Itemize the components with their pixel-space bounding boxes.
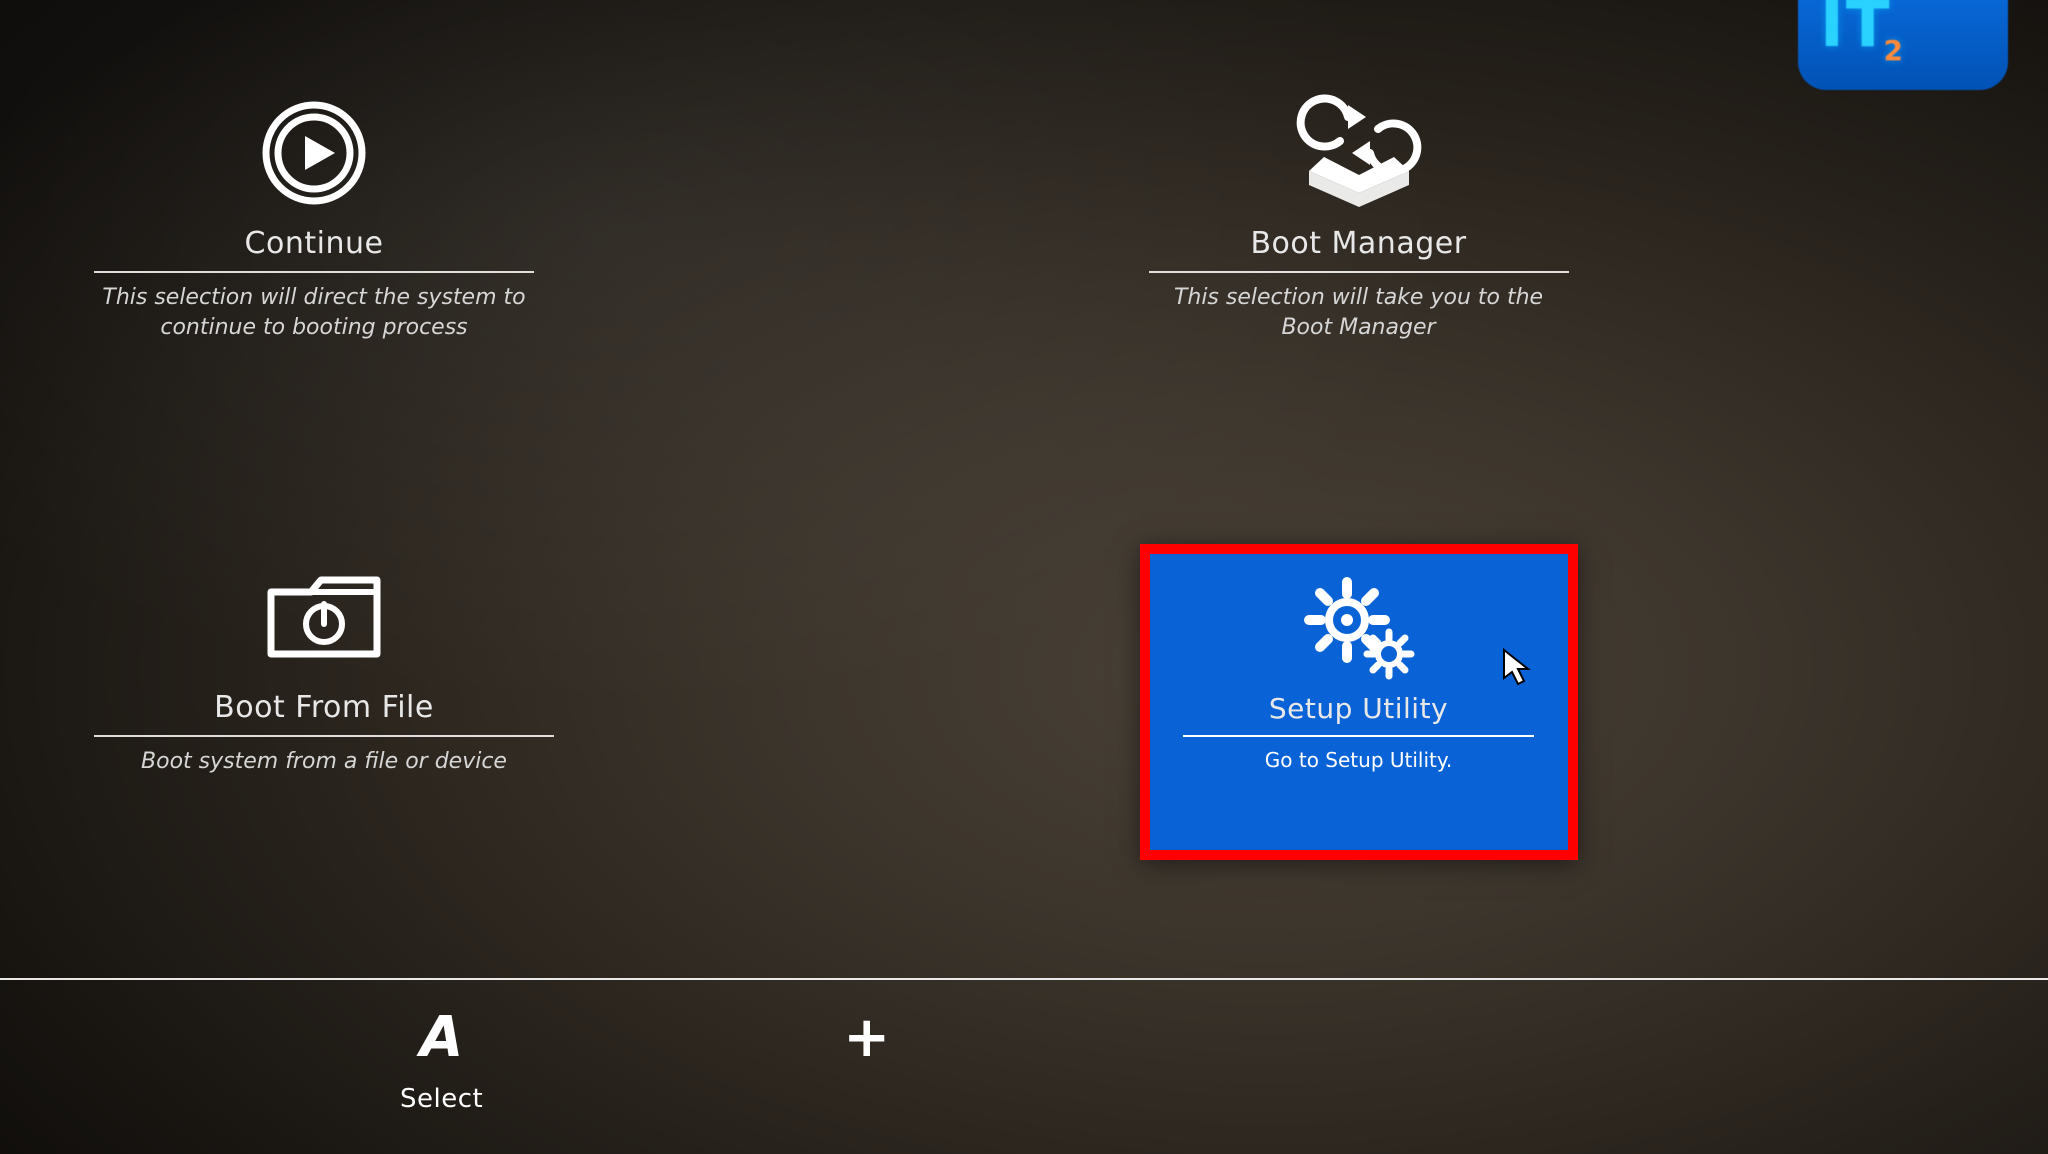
watermark-sub: 2 bbox=[1883, 34, 1904, 67]
tile-boot-manager[interactable]: Boot Manager This selection will take yo… bbox=[1125, 80, 1593, 414]
tile-desc: This selection will take you to the Boot… bbox=[1149, 283, 1569, 342]
legend-plus: + bbox=[843, 1010, 890, 1066]
watermark-badge: IT2 bbox=[1798, 0, 2008, 90]
tile-title: Boot Manager bbox=[1250, 226, 1466, 261]
tile-rule bbox=[1183, 735, 1535, 737]
legend-key-plus: + bbox=[843, 1010, 890, 1066]
tile-title: Setup Utility bbox=[1269, 692, 1448, 725]
tile-desc: This selection will direct the system to… bbox=[99, 283, 529, 342]
legend-select: A Select bbox=[400, 1010, 483, 1114]
cursor-icon bbox=[1502, 648, 1532, 688]
legend-label-select: Select bbox=[400, 1084, 483, 1114]
legend-separator bbox=[0, 978, 2048, 980]
tile-title: Boot From File bbox=[214, 690, 434, 725]
legend-key-a: A bbox=[420, 1010, 463, 1066]
tile-desc: Go to Setup Utility. bbox=[1265, 747, 1452, 774]
tile-title: Continue bbox=[245, 226, 384, 261]
tile-rule bbox=[1149, 271, 1569, 273]
folder-power-icon bbox=[259, 552, 389, 682]
tile-desc: Boot system from a file or device bbox=[141, 747, 507, 777]
bios-front-page: IT2 Continue This selection will direct … bbox=[0, 0, 2048, 1154]
tile-rule bbox=[94, 735, 554, 737]
tile-continue[interactable]: Continue This selection will direct the … bbox=[70, 80, 558, 414]
play-icon bbox=[259, 88, 369, 218]
tile-setup-utility[interactable]: Setup Utility Go to Setup Utility. bbox=[1140, 544, 1578, 860]
watermark-text: IT2 bbox=[1820, 0, 1905, 67]
watermark-main: IT bbox=[1820, 0, 1891, 62]
boot-manager-icon bbox=[1294, 88, 1424, 218]
tile-boot-from-file[interactable]: Boot From File Boot system from a file o… bbox=[70, 544, 578, 860]
tile-rule bbox=[94, 271, 534, 273]
legend-bar: A Select + bbox=[0, 1000, 2048, 1154]
gears-icon bbox=[1289, 568, 1429, 688]
menu-grid: Continue This selection will direct the … bbox=[70, 80, 1748, 860]
